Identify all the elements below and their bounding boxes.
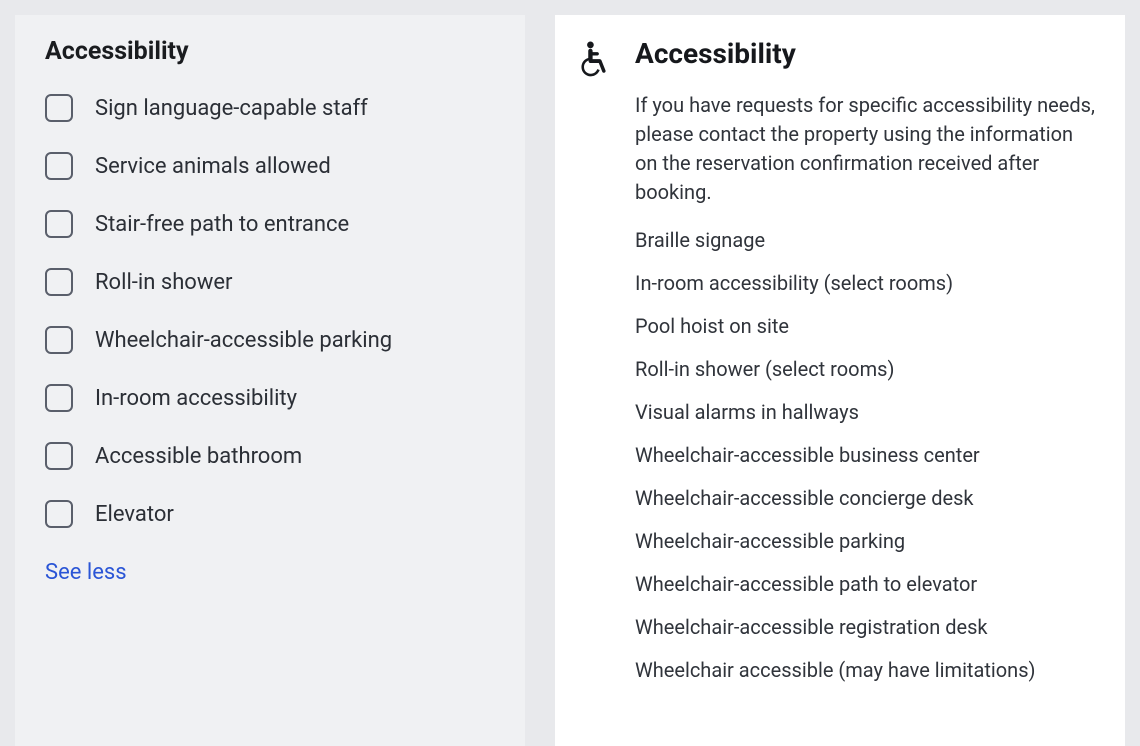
- filter-label: In-room accessibility: [95, 386, 297, 411]
- filter-label: Roll-in shower: [95, 270, 233, 295]
- info-title: Accessibility: [635, 37, 796, 70]
- filter-label: Accessible bathroom: [95, 444, 302, 469]
- feature-list: Braille signage In-room accessibility (s…: [635, 227, 1095, 684]
- main-container: Accessibility Sign language-capable staf…: [15, 15, 1125, 746]
- filter-sign-language-staff[interactable]: Sign language-capable staff: [45, 94, 495, 122]
- feature-item: Braille signage: [635, 227, 1095, 254]
- filter-label: Elevator: [95, 502, 174, 527]
- filter-roll-in-shower[interactable]: Roll-in shower: [45, 268, 495, 296]
- filter-in-room-accessibility[interactable]: In-room accessibility: [45, 384, 495, 412]
- filter-wheelchair-parking[interactable]: Wheelchair-accessible parking: [45, 326, 495, 354]
- feature-item: Pool hoist on site: [635, 313, 1095, 340]
- checkbox-icon[interactable]: [45, 384, 73, 412]
- filter-label: Stair-free path to entrance: [95, 212, 349, 237]
- filter-service-animals[interactable]: Service animals allowed: [45, 152, 495, 180]
- checkbox-icon[interactable]: [45, 268, 73, 296]
- feature-item: Roll-in shower (select rooms): [635, 356, 1095, 383]
- checkbox-icon[interactable]: [45, 326, 73, 354]
- checkbox-icon[interactable]: [45, 210, 73, 238]
- filter-accessible-bathroom[interactable]: Accessible bathroom: [45, 442, 495, 470]
- accessibility-filters-panel: Accessibility Sign language-capable staf…: [15, 15, 525, 746]
- filters-title: Accessibility: [45, 37, 495, 66]
- checkbox-icon[interactable]: [45, 500, 73, 528]
- info-body: If you have requests for specific access…: [635, 91, 1095, 684]
- filter-label: Wheelchair-accessible parking: [95, 328, 392, 353]
- feature-item: Wheelchair accessible (may have limitati…: [635, 657, 1095, 684]
- feature-item: Wheelchair-accessible concierge desk: [635, 485, 1095, 512]
- info-description: If you have requests for specific access…: [635, 91, 1095, 207]
- filter-label: Service animals allowed: [95, 154, 331, 179]
- feature-item: Wheelchair-accessible registration desk: [635, 614, 1095, 641]
- feature-item: Wheelchair-accessible business center: [635, 442, 1095, 469]
- feature-item: In-room accessibility (select rooms): [635, 270, 1095, 297]
- feature-item: Wheelchair-accessible parking: [635, 528, 1095, 555]
- filter-label: Sign language-capable staff: [95, 96, 368, 121]
- filter-list: Sign language-capable staff Service anim…: [45, 94, 495, 528]
- feature-item: Visual alarms in hallways: [635, 399, 1095, 426]
- accessibility-info-panel: Accessibility If you have requests for s…: [555, 15, 1125, 746]
- checkbox-icon[interactable]: [45, 94, 73, 122]
- wheelchair-icon: [577, 41, 609, 77]
- see-less-link[interactable]: See less: [45, 560, 127, 585]
- checkbox-icon[interactable]: [45, 152, 73, 180]
- filter-elevator[interactable]: Elevator: [45, 500, 495, 528]
- filter-stair-free-path[interactable]: Stair-free path to entrance: [45, 210, 495, 238]
- info-header: Accessibility: [577, 37, 1095, 77]
- checkbox-icon[interactable]: [45, 442, 73, 470]
- feature-item: Wheelchair-accessible path to elevator: [635, 571, 1095, 598]
